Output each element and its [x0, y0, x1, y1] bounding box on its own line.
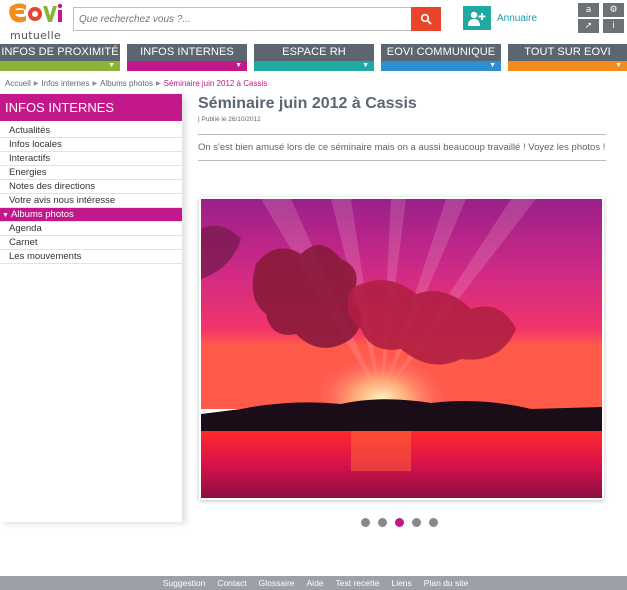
- chevron-down-icon: ▼: [615, 62, 622, 69]
- footer-link-glossaire[interactable]: Glossaire: [259, 578, 295, 588]
- nav-tab-label: Infos de proximité: [1, 46, 119, 58]
- carousel-dot[interactable]: [361, 518, 370, 527]
- sidebar-item-carnet[interactable]: Carnet: [0, 236, 182, 250]
- footer-link-liens[interactable]: Liens: [391, 578, 411, 588]
- chevron-down-icon: ▼: [108, 62, 115, 69]
- sunset-photo-image: [201, 199, 602, 498]
- sidebar: INFOS INTERNES Actualités Infos locales …: [0, 94, 182, 522]
- nav-tab-color-bar: [0, 61, 120, 71]
- footer-link-plan-du-site[interactable]: Plan du site: [424, 578, 468, 588]
- search-icon: [420, 13, 432, 25]
- sidebar-item-energies[interactable]: Energies: [0, 166, 182, 180]
- sidebar-menu: Actualités Infos locales Interactifs Ene…: [0, 124, 182, 264]
- carousel-dot-active[interactable]: [395, 518, 404, 527]
- logo-text: mutuelle: [10, 29, 62, 42]
- article-intro: On s'est bien amusé lors de ce séminaire…: [198, 142, 606, 153]
- chevron-down-icon: ▼: [362, 62, 369, 69]
- chevron-down-icon: ▼: [489, 62, 496, 69]
- nav-tab-infos-proximite[interactable]: Infos de proximité ▼: [0, 44, 120, 71]
- font-size-button[interactable]: a: [578, 3, 599, 17]
- nav-tab-eovi-communique[interactable]: Eovi communique ▼: [381, 44, 501, 71]
- sidebar-item-actualites[interactable]: Actualités: [0, 124, 182, 138]
- carousel-pagination: [361, 518, 438, 527]
- send-button[interactable]: ➚: [578, 19, 599, 33]
- eovi-logo-mark: [9, 3, 63, 23]
- triangle-down-icon: ▼: [2, 212, 9, 219]
- footer-link-contact[interactable]: Contact: [217, 578, 246, 588]
- breadcrumb-separator-icon: ▶: [156, 81, 161, 87]
- breadcrumb-item-accueil[interactable]: Accueil: [5, 79, 31, 88]
- carousel-dot[interactable]: [412, 518, 421, 527]
- nav-tab-label: Infos internes: [140, 46, 234, 58]
- settings-icon: ⚙: [609, 5, 618, 15]
- nav-tab-espace-rh[interactable]: Espace RH ▼: [254, 44, 374, 71]
- sidebar-item-interactifs[interactable]: Interactifs: [0, 152, 182, 166]
- footer-link-aide[interactable]: Aide: [307, 578, 324, 588]
- footer-link-suggestion[interactable]: Suggestion: [163, 578, 206, 588]
- album-photo[interactable]: [199, 197, 604, 500]
- sidebar-item-label: Albums photos: [10, 209, 74, 220]
- send-icon: ➚: [584, 21, 593, 31]
- sidebar-item-agenda[interactable]: Agenda: [0, 222, 182, 236]
- site-footer: Suggestion Contact Glossaire Aide Test r…: [0, 576, 627, 590]
- breadcrumb-separator-icon: ▶: [33, 81, 39, 87]
- nav-tab-infos-internes[interactable]: Infos internes ▼: [127, 44, 247, 71]
- nav-tab-color-bar: [127, 61, 247, 71]
- breadcrumb-separator-icon: ▶: [92, 81, 98, 87]
- nav-tab-color-bar: [508, 61, 627, 71]
- settings-button[interactable]: ⚙: [603, 3, 624, 17]
- search-button[interactable]: [411, 7, 441, 31]
- sidebar-title: INFOS INTERNES: [0, 94, 182, 121]
- search-input[interactable]: [74, 8, 404, 30]
- carousel-dot[interactable]: [429, 518, 438, 527]
- nav-tab-label: Espace RH: [282, 46, 346, 58]
- sidebar-item-notes-directions[interactable]: Notes des directions: [0, 180, 182, 194]
- divider: [198, 160, 606, 161]
- footer-link-test-recette[interactable]: Test recette: [336, 578, 380, 588]
- font-size-icon: a: [585, 5, 592, 15]
- eovi-logo[interactable]: mutuelle: [8, 1, 64, 42]
- site-header: mutuelle Annuaire a ⚙ ➚ i: [0, 0, 627, 42]
- annuaire-label: Annuaire: [497, 12, 538, 24]
- sidebar-item-albums-photos[interactable]: ▼ Albums photos: [0, 208, 182, 222]
- nav-tab-color-bar: [381, 61, 501, 71]
- sidebar-item-votre-avis[interactable]: Votre avis nous intéresse: [0, 194, 182, 208]
- info-icon: i: [612, 21, 615, 31]
- breadcrumb-item-albums-photos[interactable]: Albums photos: [100, 79, 153, 88]
- nav-tab-tout-sur-eovi[interactable]: Tout sur Eovi ▼: [508, 44, 627, 71]
- nav-tab-label: Tout sur Eovi: [524, 46, 611, 58]
- chevron-down-icon: ▼: [235, 62, 242, 69]
- breadcrumb: Accueil ▶ Infos internes ▶ Albums photos…: [5, 79, 267, 88]
- page-title: Séminaire juin 2012 à Cassis: [198, 95, 417, 112]
- nav-tab-label: Eovi communique: [386, 46, 496, 58]
- main-content: Séminaire juin 2012 à Cassis | Publié le…: [198, 94, 606, 527]
- publish-date: | Publié le 26/10/2012: [198, 116, 261, 123]
- sidebar-item-infos-locales[interactable]: Infos locales: [0, 138, 182, 152]
- annuaire-link[interactable]: Annuaire: [463, 6, 537, 30]
- info-button[interactable]: i: [603, 19, 624, 33]
- search-box: [73, 7, 441, 31]
- breadcrumb-item-infos-internes[interactable]: Infos internes: [41, 79, 89, 88]
- carousel-dot[interactable]: [378, 518, 387, 527]
- sidebar-item-mouvements[interactable]: Les mouvements: [0, 250, 182, 264]
- main-nav: Infos de proximité ▼ Infos internes ▼ Es…: [0, 44, 627, 71]
- add-user-icon: [463, 6, 491, 30]
- nav-tab-color-bar: [254, 61, 374, 71]
- breadcrumb-item-current: Séminaire juin 2012 à Cassis: [163, 79, 268, 88]
